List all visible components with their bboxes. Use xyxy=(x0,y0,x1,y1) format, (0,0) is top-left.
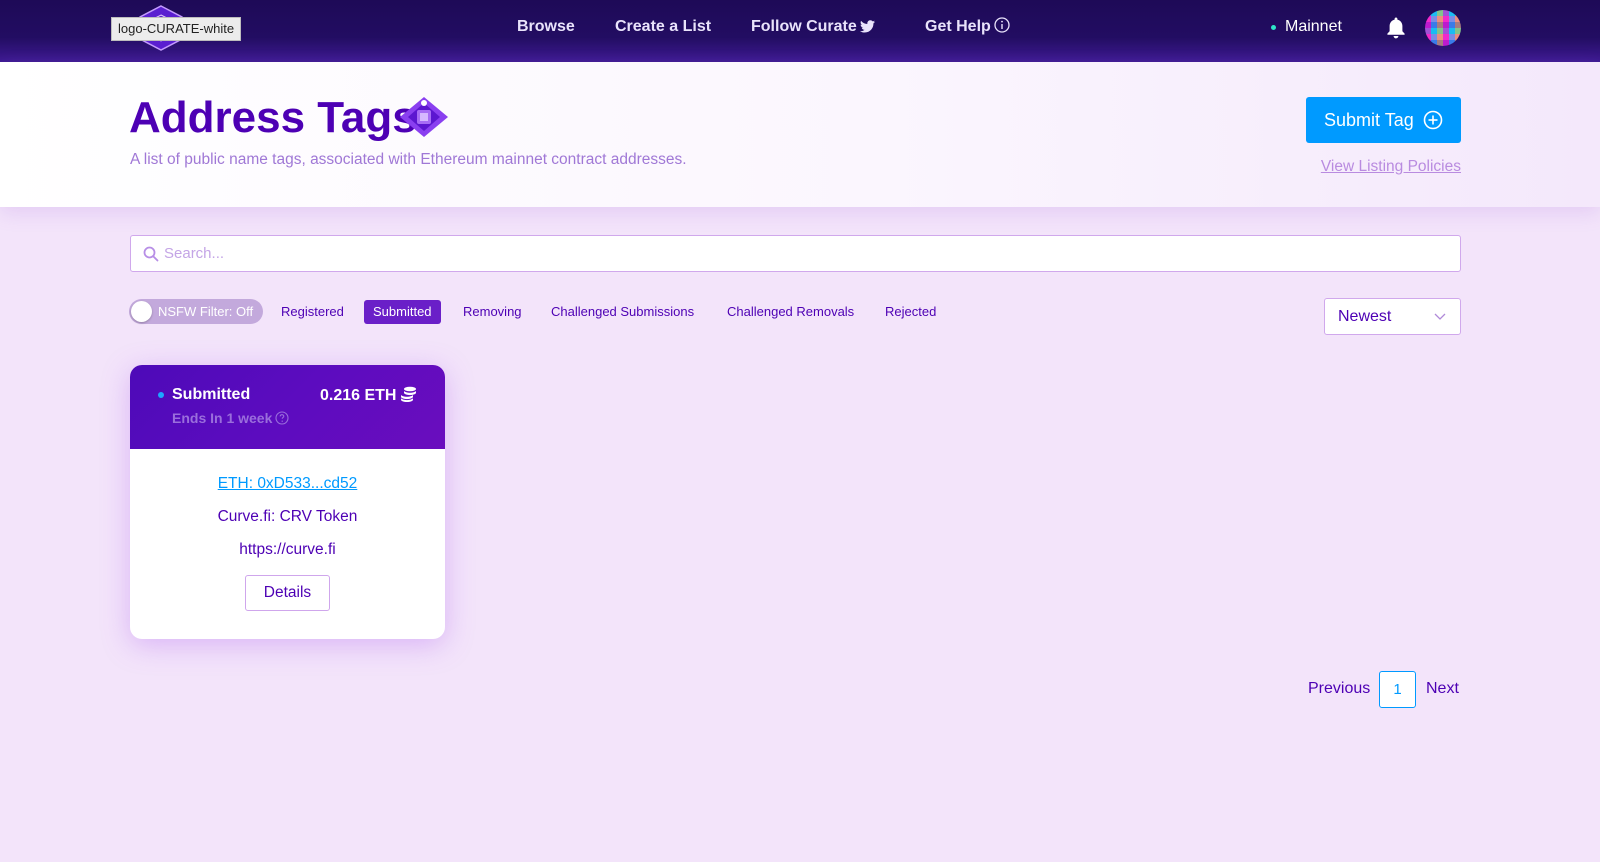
chevron-down-icon xyxy=(1434,313,1446,320)
item-countdown: Ends In 1 week xyxy=(172,410,289,426)
coins-icon xyxy=(401,386,417,402)
search-bar[interactable] xyxy=(130,235,1461,272)
details-button[interactable]: Details xyxy=(245,575,330,611)
item-address-link[interactable]: ETH: 0xD533...cd52 xyxy=(130,475,445,493)
plus-circle-icon xyxy=(1423,110,1443,130)
item-card-header: Submitted Ends In 1 week 0.216 ETH xyxy=(130,365,445,449)
nav-get-help-link[interactable]: Get Help xyxy=(925,17,1010,37)
nav-get-help-label: Get Help xyxy=(925,18,991,35)
filter-rejected[interactable]: Rejected xyxy=(885,300,936,324)
network-label[interactable]: Mainnet xyxy=(1285,17,1342,37)
pagination-next[interactable]: Next xyxy=(1426,680,1459,698)
filter-challenged-submissions[interactable]: Challenged Submissions xyxy=(551,300,694,324)
search-input[interactable] xyxy=(164,236,1444,271)
item-deposit: 0.216 ETH xyxy=(320,386,417,405)
notification-bell-icon[interactable] xyxy=(1385,16,1407,40)
nav-create-list-link[interactable]: Create a List xyxy=(615,17,711,37)
search-icon xyxy=(143,246,159,262)
question-circle-icon[interactable] xyxy=(275,411,289,425)
item-card: Submitted Ends In 1 week 0.216 ETH ETH: … xyxy=(130,365,445,639)
filter-submitted[interactable]: Submitted xyxy=(364,300,441,324)
item-public-name: Curve.fi: CRV Token xyxy=(217,508,358,525)
pagination-previous[interactable]: Previous xyxy=(1308,680,1370,698)
item-countdown-label: Ends In 1 week xyxy=(172,410,273,426)
nav-follow-curate-link[interactable]: Follow Curate xyxy=(751,17,875,37)
page-title: Address Tags xyxy=(129,93,417,142)
logo-alt-text: logo-CURATE-white xyxy=(111,17,242,41)
sort-dropdown[interactable]: Newest xyxy=(1324,298,1461,335)
status-dot xyxy=(158,392,164,398)
submit-tag-button[interactable]: Submit Tag xyxy=(1306,97,1461,143)
submit-tag-label: Submit Tag xyxy=(1324,110,1414,130)
filter-removing[interactable]: Removing xyxy=(463,300,522,324)
nav-follow-curate-label: Follow Curate xyxy=(751,18,857,35)
top-navbar: logo-CURATE-white Browse Create a List F… xyxy=(0,0,1600,62)
twitter-icon xyxy=(859,20,875,33)
nsfw-filter-label: NSFW Filter: Off xyxy=(158,304,254,319)
info-circle-icon xyxy=(994,17,1010,33)
item-website: https://curve.fi xyxy=(239,541,336,558)
sort-selected-value: Newest xyxy=(1338,308,1392,325)
nav-browse-link[interactable]: Browse xyxy=(517,17,575,37)
user-avatar[interactable] xyxy=(1425,10,1461,46)
nsfw-toggle-knob xyxy=(131,301,152,322)
page-header: Address Tags A list of public name tags,… xyxy=(0,62,1600,207)
filter-challenged-removals[interactable]: Challenged Removals xyxy=(727,300,854,324)
filter-registered[interactable]: Registered xyxy=(281,300,344,324)
curate-logo[interactable]: logo-CURATE-white xyxy=(111,5,243,51)
page-subtitle: A list of public name tags, associated w… xyxy=(130,151,687,168)
network-status-dot xyxy=(1271,25,1276,30)
item-deposit-amount: 0.216 ETH xyxy=(320,387,397,404)
address-tag-icon xyxy=(400,97,448,137)
pagination-page-1[interactable]: 1 xyxy=(1379,671,1416,708)
nsfw-filter-toggle[interactable]: NSFW Filter: Off xyxy=(129,299,263,324)
view-listing-policies-link[interactable]: View Listing Policies xyxy=(1321,158,1461,176)
item-status: Submitted xyxy=(172,386,251,403)
